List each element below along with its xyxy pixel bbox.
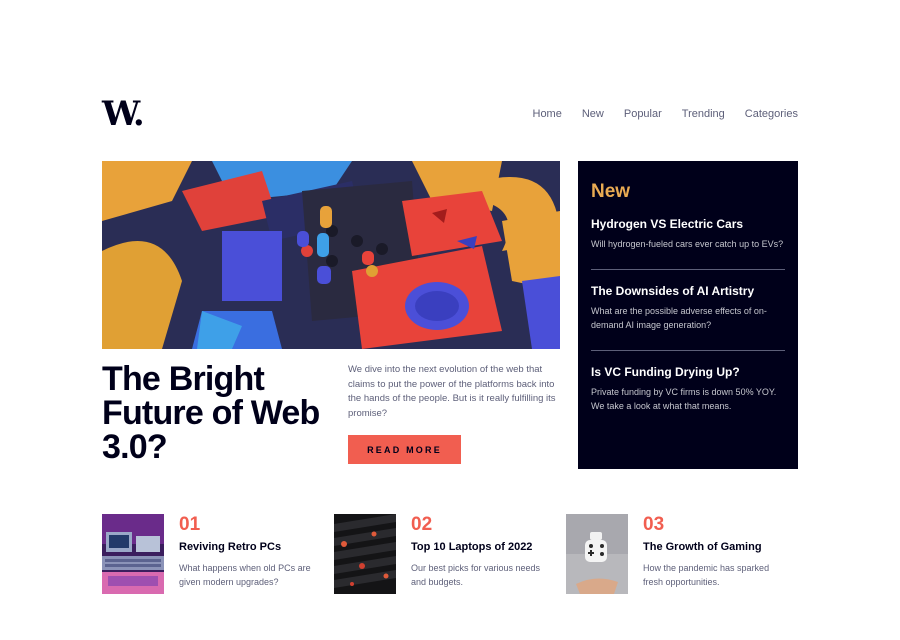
nav-new[interactable]: New (582, 108, 604, 120)
divider (591, 269, 785, 270)
new-item-title[interactable]: Is VC Funding Drying Up? (591, 365, 785, 379)
article-card[interactable]: 03 The Growth of Gaming How the pandemic… (566, 514, 798, 594)
hero-image (102, 161, 560, 349)
main-nav: Home New Popular Trending Categories (533, 108, 799, 120)
nav-categories[interactable]: Categories (745, 108, 798, 120)
retro-pc-thumbnail[interactable] (102, 514, 164, 594)
article-number: 01 (179, 514, 201, 535)
nav-trending[interactable]: Trending (682, 108, 725, 120)
new-item-text: What are the possible adverse effects of… (591, 306, 767, 330)
new-item[interactable]: Is VC Funding Drying Up? Private funding… (591, 365, 785, 423)
new-item[interactable]: Hydrogen VS Electric Cars Will hydrogen-… (591, 217, 785, 261)
article-title[interactable]: Reviving Retro PCs (179, 541, 319, 553)
new-item-text: Private funding by VC firms is down 50% … (591, 387, 777, 411)
logo[interactable]: W. (102, 97, 145, 131)
gamepad-thumbnail[interactable] (566, 514, 628, 594)
article-text: How the pandemic has sparked fresh oppor… (643, 563, 770, 587)
article-card[interactable]: 02 Top 10 Laptops of 2022 Our best picks… (334, 514, 566, 594)
article-title[interactable]: Top 10 Laptops of 2022 (411, 541, 551, 553)
article-number: 03 (643, 514, 665, 535)
hero-title: The Bright Future of Web 3.0? (102, 360, 320, 466)
divider (591, 350, 785, 351)
article-number: 02 (411, 514, 433, 535)
new-panel: New Hydrogen VS Electric Cars Will hydro… (578, 161, 798, 469)
new-item-text: Will hydrogen-fueled cars ever catch up … (591, 239, 784, 249)
nav-popular[interactable]: Popular (624, 108, 662, 120)
article-text: What happens when old PCs are given mode… (179, 563, 311, 587)
nav-home[interactable]: Home (533, 108, 562, 120)
new-item-title[interactable]: Hydrogen VS Electric Cars (591, 217, 785, 231)
article-card[interactable]: 01 Reviving Retro PCs What happens when … (102, 514, 334, 594)
hero-description: We dive into the next evolution of the w… (348, 364, 556, 419)
article-list: 01 Reviving Retro PCs What happens when … (102, 514, 798, 594)
article-title[interactable]: The Growth of Gaming (643, 541, 783, 553)
new-item[interactable]: The Downsides of AI Artistry What are th… (591, 284, 785, 342)
laptop-keyboard-thumbnail[interactable] (334, 514, 396, 594)
read-more-button[interactable]: READ MORE (348, 435, 461, 464)
article-text: Our best picks for various needs and bud… (411, 563, 541, 587)
site-header: W. Home New Popular Trending Categories (102, 97, 799, 131)
new-heading: New (591, 181, 631, 202)
new-item-title[interactable]: The Downsides of AI Artistry (591, 284, 785, 298)
